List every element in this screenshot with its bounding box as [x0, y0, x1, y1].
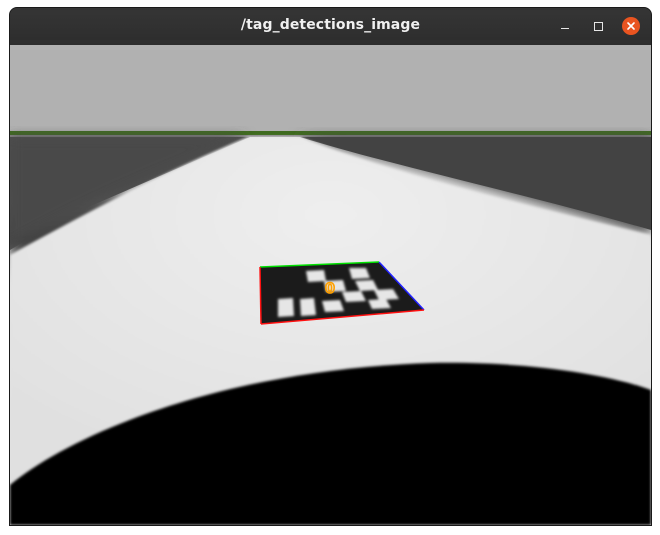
close-button[interactable] — [622, 17, 640, 35]
maximize-button[interactable] — [589, 17, 607, 35]
minimize-button[interactable] — [556, 17, 574, 35]
maximize-icon — [593, 21, 603, 31]
image-view[interactable]: 0 — [10, 45, 651, 525]
sky — [10, 45, 651, 135]
title-bar[interactable]: /tag_detections_image — [10, 8, 651, 46]
window-title: /tag_detections_image — [240, 17, 421, 33]
app-window: /tag_detections_image 0 — [10, 8, 651, 525]
close-icon — [622, 17, 640, 35]
camera-image: 0 — [10, 45, 651, 525]
minimize-icon — [561, 27, 569, 30]
tag-edge-left — [259, 266, 262, 325]
tag-id-label: 0 — [325, 281, 335, 297]
